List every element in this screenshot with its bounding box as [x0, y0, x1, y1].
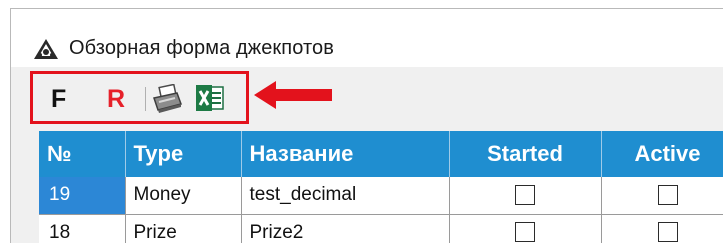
row-number-cell[interactable]: 18	[39, 214, 126, 243]
app-logo-icon	[34, 39, 58, 59]
column-header-number[interactable]: №	[39, 131, 126, 177]
column-header-name[interactable]: Название	[241, 131, 450, 177]
screenshot: Обзорная форма джекпотов F R № Type Назв…	[0, 0, 723, 243]
row-type-cell[interactable]: Money	[125, 177, 242, 215]
jackpot-grid[interactable]: № Type Название Started Active 19 Money …	[39, 131, 723, 243]
row-active-cell	[601, 177, 723, 215]
started-checkbox[interactable]	[515, 222, 535, 243]
table-row[interactable]: 19 Money test_decimal	[39, 177, 723, 215]
jackpot-overview-window: Обзорная форма джекпотов F R № Type Назв…	[10, 8, 723, 243]
annotation-highlight-box	[30, 71, 249, 124]
window-title: Обзорная форма джекпотов	[69, 37, 334, 59]
table-row[interactable]: 18 Prize Prize2	[39, 214, 723, 243]
column-header-type[interactable]: Type	[125, 131, 242, 177]
row-type-cell[interactable]: Prize	[125, 214, 242, 243]
row-started-cell	[449, 214, 602, 243]
row-active-cell	[601, 214, 723, 243]
column-header-started[interactable]: Started	[449, 131, 602, 177]
row-number-cell[interactable]: 19	[39, 177, 126, 215]
started-checkbox[interactable]	[515, 185, 535, 206]
row-name-cell[interactable]: Prize2	[241, 214, 450, 243]
row-name-cell[interactable]: test_decimal	[241, 177, 450, 215]
active-checkbox[interactable]	[657, 222, 678, 243]
active-checkbox[interactable]	[657, 185, 678, 206]
row-started-cell	[449, 177, 602, 215]
title-bar: Обзорная форма джекпотов	[11, 9, 723, 67]
left-arrow-icon	[254, 81, 332, 109]
grid-header-row: № Type Название Started Active	[39, 131, 723, 177]
column-header-active[interactable]: Active	[601, 131, 723, 177]
